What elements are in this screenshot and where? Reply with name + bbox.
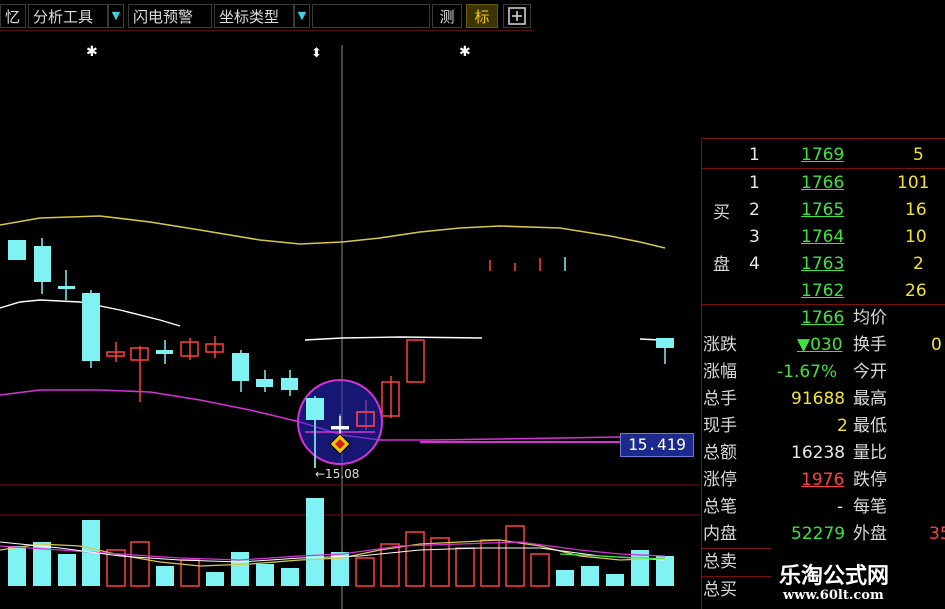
- stat-row-current-hands: 现手 2 最低: [703, 416, 887, 436]
- down-candle: [256, 379, 273, 387]
- memory-button[interactable]: 忆: [0, 4, 26, 28]
- stat-row-price: 1766 均价: [801, 308, 887, 328]
- top-marker-icon: ✱: [86, 44, 98, 60]
- down-candle: [281, 378, 298, 390]
- stat-row-inner-outer: 内盘 52279 外盘 35: [703, 524, 945, 544]
- chart-toolbar: 忆 分析工具 ▼ 闪电预警 坐标类型 ▼ 测 标: [0, 0, 533, 31]
- down-candle: [34, 246, 51, 282]
- mark-button[interactable]: 标: [466, 4, 498, 28]
- order-book-row: 1762 26: [801, 281, 927, 301]
- watermark-name: 乐淘公式网: [779, 564, 890, 589]
- axis-type-dropdown-icon[interactable]: ▼: [294, 4, 310, 28]
- axis-type-button[interactable]: 坐标类型: [214, 4, 294, 28]
- stat-row-amount: 总额 16238 量比: [703, 443, 887, 463]
- up-candle: [406, 339, 425, 383]
- low-marker-label: ←15.08: [315, 467, 359, 481]
- top-marker-icon: ✱: [459, 44, 471, 60]
- order-book-row: 1 1769 5: [749, 145, 924, 165]
- ma-yellow-line: [0, 215, 666, 249]
- price-tag: 15.419: [620, 433, 694, 457]
- price-tag-line: [420, 441, 620, 443]
- plus-box-icon[interactable]: [503, 4, 531, 28]
- quote-panel: 1 1769 5 买 盘 1 1766 101 2 1765 16 3 1764…: [701, 138, 945, 609]
- candlestick-chart[interactable]: ✱ ✱ ⬍ ←15.08: [0, 30, 700, 609]
- top-marker-icon: ⬍: [311, 46, 322, 61]
- toolbar-blank-field: [312, 4, 430, 28]
- ma-white-line: [304, 336, 483, 341]
- down-candle: [58, 286, 75, 289]
- down-candle: [656, 338, 674, 348]
- order-book-row: 2 1765 16: [749, 200, 927, 220]
- volume-bars: [8, 498, 674, 587]
- measure-button[interactable]: 测: [432, 4, 462, 28]
- down-candle: [232, 353, 249, 381]
- down-candle: [156, 350, 173, 354]
- analysis-tools-dropdown-icon[interactable]: ▼: [108, 4, 124, 28]
- stat-row-pct: 涨幅 -1.67% 今开: [703, 362, 887, 382]
- stat-row-limit: 涨停 1976 跌停: [703, 470, 887, 490]
- stat-row-change: 涨跌 ▼030 换手 0: [703, 335, 942, 355]
- stat-row-total-hands: 总手 91688 最高: [703, 389, 887, 409]
- down-candle: [8, 240, 26, 260]
- analysis-tools-button[interactable]: 分析工具: [28, 4, 108, 28]
- flash-alert-button[interactable]: 闪电预警: [128, 4, 212, 28]
- order-book-row: 4 1763 2: [749, 254, 924, 274]
- down-candle: [82, 293, 100, 361]
- stat-row-trades: 总笔 - 每笔: [703, 497, 887, 517]
- watermark-url: www.60lt.com: [783, 588, 884, 603]
- order-book-row: 3 1764 10: [749, 227, 927, 247]
- order-book-row: 1 1766 101: [749, 173, 930, 193]
